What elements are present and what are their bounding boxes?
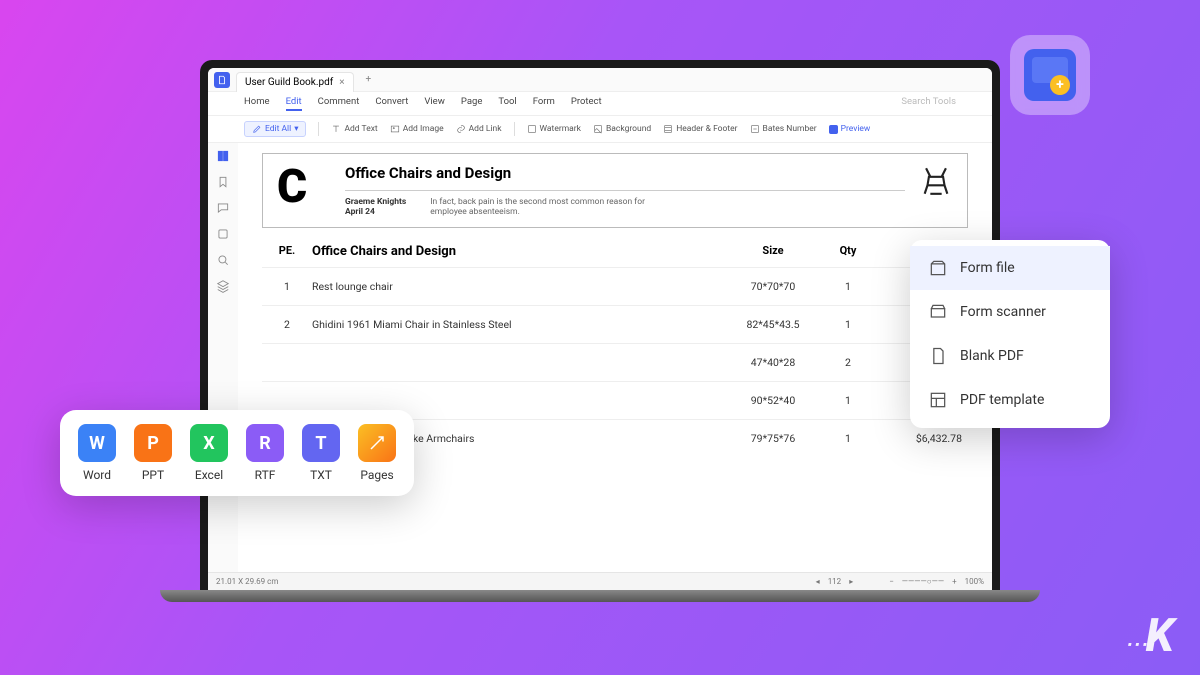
export-ppt[interactable]: PPPT — [134, 424, 172, 482]
export-word[interactable]: WWord — [78, 424, 116, 482]
table-header: PE. Office Chairs and Design Size Qty Pr… — [262, 236, 968, 267]
app-window: User Guild Book.pdf × + Home Edit Comment C… — [208, 68, 992, 590]
page-number[interactable]: 112 — [828, 577, 842, 586]
next-page-button[interactable]: ▸ — [849, 577, 853, 586]
zoom-in-button[interactable]: + — [952, 577, 957, 586]
add-link-button[interactable]: Add Link — [456, 124, 502, 134]
document-canvas[interactable]: C Office Chairs and Design Graeme Knight… — [238, 143, 992, 572]
export-excel[interactable]: XExcel — [190, 424, 228, 482]
format-badge: P — [134, 424, 172, 462]
toolbar-separator — [514, 122, 515, 136]
search-tools[interactable]: Search Tools — [901, 96, 956, 111]
titlebar: User Guild Book.pdf × + — [208, 68, 992, 92]
search-tab[interactable] — [214, 253, 232, 267]
edit-all-button[interactable]: Edit All ▾ — [244, 121, 306, 137]
preview-toggle[interactable]: Preview — [829, 124, 871, 134]
menu-tool[interactable]: Tool — [498, 96, 516, 111]
menu-form[interactable]: Form — [533, 96, 555, 111]
brand-watermark: ∙∙∙K — [1127, 609, 1172, 663]
zoom-slider[interactable]: ————○—— — [902, 577, 944, 586]
watermark-button[interactable]: Watermark — [527, 124, 581, 134]
menu-protect[interactable]: Protect — [571, 96, 602, 111]
create-menu-form-file[interactable]: Form file — [910, 246, 1110, 290]
document-tab-title: User Guild Book.pdf — [245, 77, 333, 88]
export-format-bar: WWord PPPT XExcel RRTF TTXT Pages — [60, 410, 414, 496]
table-row: 47*40*282$4,128 — [262, 343, 968, 381]
menu-home[interactable]: Home — [244, 96, 270, 111]
add-tab-button[interactable]: + — [360, 74, 378, 85]
edit-all-label: Edit All — [265, 124, 291, 134]
format-badge: R — [246, 424, 284, 462]
add-image-button[interactable]: Add Image — [390, 124, 444, 134]
menu-bar: Home Edit Comment Convert View Page Tool Form Pr… — [208, 92, 992, 116]
hero-date: April 24 — [345, 207, 406, 217]
export-rtf[interactable]: RRTF — [246, 424, 284, 482]
header-footer-button[interactable]: Header & Footer — [663, 124, 737, 134]
create-menu: Form fileForm scannerBlank PDFPDF templa… — [910, 240, 1110, 428]
menu-comment[interactable]: Comment — [318, 96, 360, 111]
laptop-frame: User Guild Book.pdf × + Home Edit Comment C… — [200, 60, 1000, 590]
page-dimensions: 21.01 X 29.69 cm — [216, 577, 278, 586]
menu-page[interactable]: Page — [461, 96, 482, 111]
chair-icon — [919, 164, 953, 201]
zoom-level: 100% — [965, 577, 984, 586]
format-badge — [358, 424, 396, 462]
create-menu-form-scanner[interactable]: Form scanner — [910, 290, 1110, 334]
status-bar: 21.01 X 29.69 cm ◂ 112 ▸ − ————○—— + 100… — [208, 572, 992, 590]
laptop-base — [160, 590, 1040, 602]
document-header-block: C Office Chairs and Design Graeme Knight… — [262, 153, 968, 228]
close-tab-icon[interactable]: × — [339, 77, 344, 88]
menu-view[interactable]: View — [424, 96, 445, 111]
document-tab[interactable]: User Guild Book.pdf × — [236, 72, 354, 92]
table-row: 2Ghidini 1961 Miami Chair in Stainless S… — [262, 305, 968, 343]
zoom-out-button[interactable]: − — [889, 577, 894, 586]
workspace: C Office Chairs and Design Graeme Knight… — [208, 143, 992, 572]
add-text-button[interactable]: Add Text — [331, 124, 377, 134]
format-badge: W — [78, 424, 116, 462]
thumbnails-tab[interactable] — [214, 149, 232, 163]
menu-convert[interactable]: Convert — [375, 96, 408, 111]
left-sidebar — [208, 143, 238, 572]
chevron-down-icon: ▾ — [294, 124, 298, 134]
toolbar-separator — [318, 122, 319, 136]
app-logo-icon — [214, 72, 230, 88]
prev-page-button[interactable]: ◂ — [816, 577, 820, 586]
bookmarks-tab[interactable] — [214, 175, 232, 189]
create-menu-blank-pdf[interactable]: Blank PDF — [910, 334, 1110, 378]
create-menu-pdf-template[interactable]: PDF template — [910, 378, 1110, 422]
hero-blurb: In fact, back pain is the second most co… — [430, 197, 650, 217]
bates-number-button[interactable]: Bates Number — [750, 124, 817, 134]
comments-tab[interactable] — [214, 201, 232, 215]
background-button[interactable]: Background — [593, 124, 651, 134]
create-pdf-button[interactable]: + — [1010, 35, 1090, 115]
edit-toolbar: Edit All ▾ Add Text Add Image Add Link W… — [208, 116, 992, 143]
menu-edit[interactable]: Edit — [286, 96, 302, 111]
plus-icon: + — [1050, 75, 1070, 95]
format-badge: T — [302, 424, 340, 462]
attachments-tab[interactable] — [214, 227, 232, 241]
format-badge: X — [190, 424, 228, 462]
export-txt[interactable]: TTXT — [302, 424, 340, 482]
hero-letter: C — [277, 164, 331, 210]
table-row: 1Rest lounge chair70*70*701$**.* — [262, 267, 968, 305]
hero-author: Graeme Knights — [345, 197, 406, 207]
divider — [345, 190, 905, 191]
export-pages[interactable]: Pages — [358, 424, 396, 482]
checkbox-icon — [829, 125, 838, 134]
hero-title: Office Chairs and Design — [345, 164, 905, 182]
layers-tab[interactable] — [214, 279, 232, 293]
